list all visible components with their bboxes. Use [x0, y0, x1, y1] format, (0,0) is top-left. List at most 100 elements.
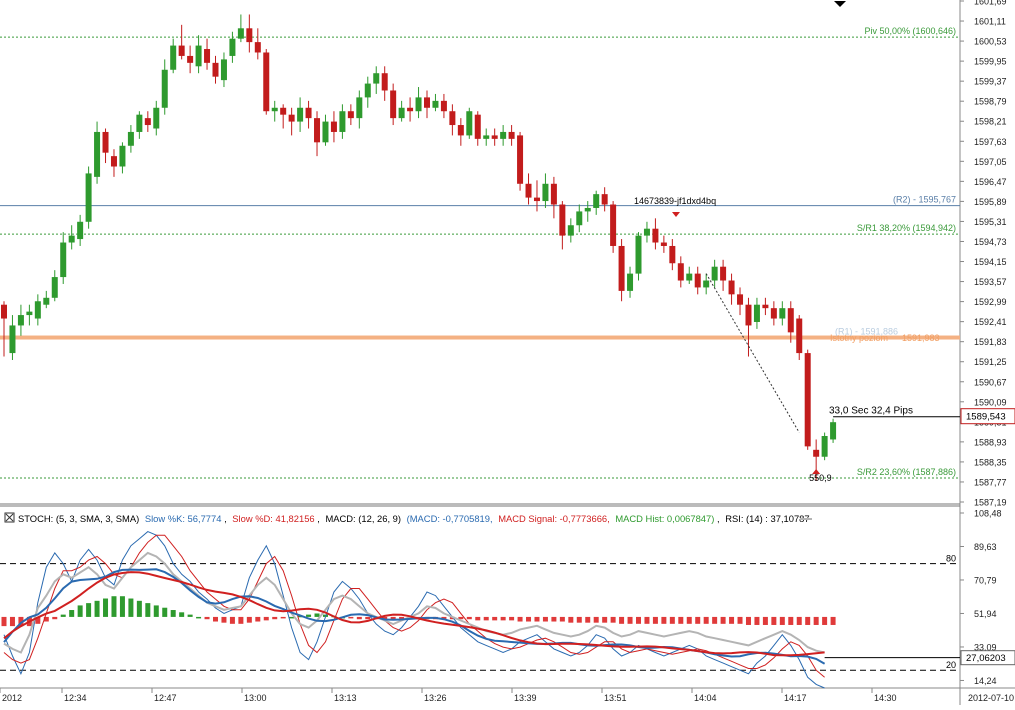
macd-hist-bar — [551, 616, 557, 622]
chart-canvas[interactable]: Piv 50,00% (1600,646) (R2) - 1595,767 S/R1… — [0, 0, 1015, 705]
price-axis-label: 1597,05 — [974, 157, 1007, 167]
macd-hist-bar — [1, 616, 7, 627]
price-axis-label: 1595,89 — [974, 197, 1007, 207]
candle-body — [288, 114, 295, 122]
key-level-band — [0, 335, 960, 340]
candle-body — [703, 280, 710, 288]
candle-body — [449, 111, 456, 126]
candle-body — [195, 45, 202, 67]
macd-hist-bar — [830, 616, 836, 625]
candle-body — [381, 73, 388, 91]
candle-body — [187, 55, 194, 63]
macd-hist-bar — [602, 616, 608, 623]
macd-hist-bar — [60, 614, 66, 617]
candle-body — [220, 59, 227, 81]
rsi-label: RSI: (14) : 37,10787 — [725, 513, 809, 524]
macd-hist-bar — [365, 616, 371, 620]
candle-body — [102, 131, 109, 153]
macd-hist-bar — [229, 616, 235, 624]
candle-body — [550, 183, 557, 205]
price-axis-label: 1597,63 — [974, 137, 1007, 147]
macd-hist-bar — [627, 616, 633, 624]
macd-hist-bar — [111, 596, 117, 617]
candle-body — [677, 263, 684, 281]
candle-body — [720, 266, 727, 281]
level-label: S/R2 23,60% (1587,886) — [857, 467, 956, 477]
candle-body — [229, 38, 236, 56]
macd-hist-bar — [805, 616, 811, 625]
macd-hist-bar — [788, 616, 794, 625]
candle-body — [483, 135, 490, 139]
macd-hist-bar — [69, 610, 75, 617]
price-axis-label: 1595,31 — [974, 217, 1007, 227]
candle-body — [1, 304, 7, 319]
price-axis-label: 1601,11 — [974, 17, 1006, 27]
time-axis-date: 2012-07-10 — [968, 693, 1014, 703]
macd-hist-bar — [509, 616, 515, 621]
candle-body — [567, 225, 574, 236]
candle-body — [356, 97, 363, 119]
candle-body — [237, 28, 244, 39]
price-axis-label: 1601,69 — [974, 0, 1007, 7]
candle-body — [593, 194, 600, 208]
candle-body — [508, 131, 515, 139]
level-label: S/R1 38,20% (1594,942) — [857, 223, 956, 233]
candle-body — [474, 114, 481, 139]
macd-hist-bar — [559, 616, 565, 622]
candle-body — [280, 107, 287, 115]
candle-body — [263, 52, 270, 112]
candle-body — [68, 235, 75, 243]
price-axis-label: 1596,47 — [974, 177, 1007, 187]
macd-hist-bar — [669, 616, 675, 624]
time-axis-label: 12:34 — [64, 693, 87, 703]
candle-body — [711, 266, 718, 281]
candle-body — [745, 304, 752, 326]
candle-body — [144, 118, 151, 126]
candle-body — [601, 194, 608, 205]
macd-hist-bar — [255, 616, 261, 622]
candle-body — [254, 42, 261, 53]
price-axis-label: 1594,73 — [974, 237, 1007, 247]
candle-body — [330, 121, 337, 132]
indicator-current-label: 27,06203 — [966, 653, 1006, 664]
candle-body — [204, 49, 211, 63]
macd-hist-bar — [636, 616, 641, 624]
candle-body — [178, 45, 185, 56]
macd-hist-bar — [745, 616, 751, 625]
candle-body — [432, 100, 439, 108]
chart-window[interactable]: Piv 50,00% (1600,646) (R2) - 1595,767 S/R1… — [0, 0, 1015, 705]
legend-sep3: , — [717, 513, 720, 524]
price-axis-label: 1588,35 — [974, 457, 1007, 467]
macd-value: (MACD: -0,7705819, — [407, 513, 493, 524]
macd-hist-bar — [119, 596, 125, 617]
slow-k-label: Slow %K: 56,7774 — [145, 513, 222, 524]
macd-hist-bar — [348, 616, 354, 619]
macd-hist-bar — [136, 600, 142, 617]
candle-body — [643, 228, 650, 236]
candle-body — [491, 135, 498, 139]
price-axis-label: 1594,15 — [974, 257, 1007, 267]
macd-hist-bar — [779, 616, 785, 625]
macd-hist-bar — [686, 616, 692, 624]
macd-hist-bar — [475, 616, 481, 621]
candle-body — [542, 183, 549, 202]
low-marker-label: 550,9 — [809, 473, 832, 483]
candle-body — [830, 422, 837, 440]
candle-body — [813, 449, 820, 457]
time-axis-label: 13:26 — [424, 693, 447, 703]
candle-body — [153, 107, 160, 129]
macd-hist-bar — [187, 614, 193, 617]
candle-body — [618, 245, 625, 291]
price-axis-label: 1587,19 — [974, 498, 1007, 508]
time-axis-label: 13:00 — [244, 693, 267, 703]
macd-hist-bar — [703, 616, 709, 624]
candle-body — [694, 273, 701, 288]
candle-body — [415, 97, 422, 112]
macd-hist-bar — [737, 616, 743, 624]
candle-body — [34, 301, 41, 319]
macd-hist-bar — [644, 616, 650, 624]
candle-body — [635, 235, 642, 274]
indicator-ref-label: 20 — [946, 660, 956, 670]
candle-body — [652, 228, 659, 243]
candle-body — [787, 308, 794, 333]
